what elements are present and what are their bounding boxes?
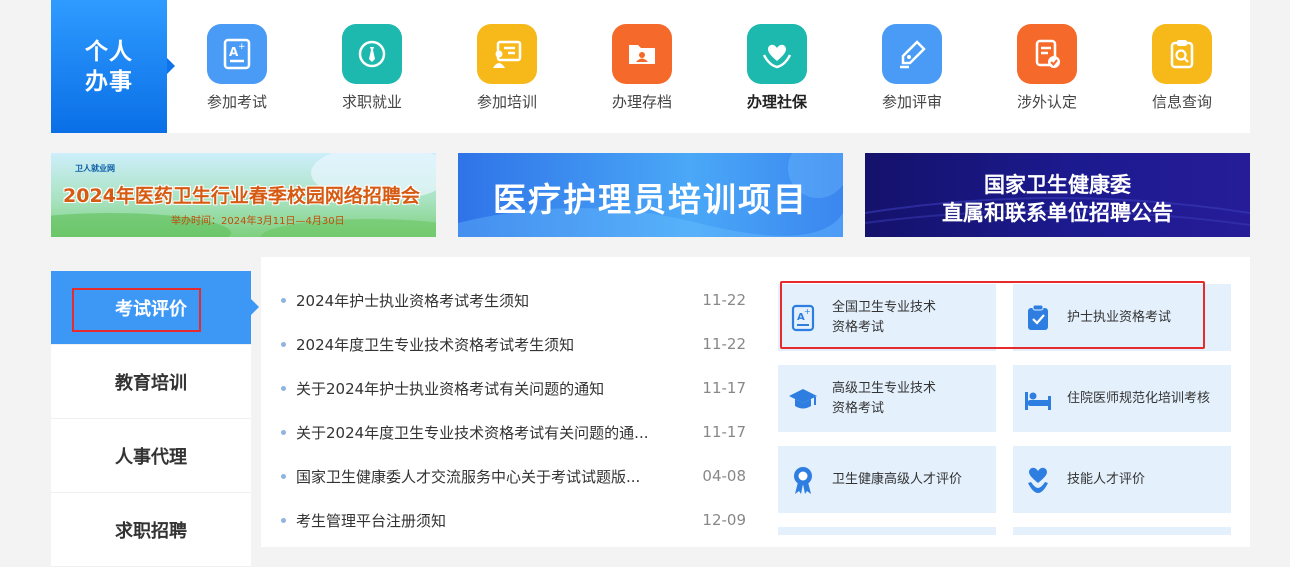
news-date: 11-17 <box>702 379 746 397</box>
service-archive[interactable]: 办理存档 <box>592 24 692 112</box>
tile-partial <box>1013 527 1231 535</box>
bullet-dot <box>281 517 286 523</box>
banner-recruitment-date: 举办时间：2024年3月11日—4月30日 <box>171 216 345 227</box>
clipboard-search-icon <box>1152 24 1212 84</box>
award-ribbon-icon <box>788 465 818 495</box>
spring-campus-recruitment-banner[interactable]: 卫人就业网 2024年医药卫生行业春季校园网络招聘会 举办时间：2024年3月1… <box>51 153 436 237</box>
bullet-dot <box>281 385 286 391</box>
highlight-box-nav <box>72 288 201 332</box>
tile-label-line2: 资格考试 <box>832 400 885 416</box>
banner-nhc-line1: 国家卫生健康委 <box>984 173 1131 197</box>
news-date: 11-17 <box>702 423 746 441</box>
nav-education-training[interactable]: 教育培训 <box>51 345 251 419</box>
bullet-dot <box>281 473 286 479</box>
news-date: 04-08 <box>702 467 746 485</box>
banner-nhc-line2: 直属和联系单位招聘公告 <box>942 201 1173 225</box>
nav-personnel-agency[interactable]: 人事代理 <box>51 419 251 493</box>
service-social-security-label: 办理社保 <box>746 93 807 111</box>
news-item[interactable]: 国家卫生健康委人才交流服务中心关于考试试题版... 04-08 <box>281 454 746 498</box>
service-social-security[interactable]: 办理社保 <box>727 24 827 112</box>
news-date: 12-09 <box>702 511 746 529</box>
tile-skilled-talent-evaluation[interactable]: 技能人才评价 <box>1013 446 1231 513</box>
document-check-icon <box>1017 24 1077 84</box>
tile-label-line1: 住院医师规范化培训考核 <box>1067 390 1211 406</box>
svg-text:+: + <box>238 42 246 52</box>
personal-label-line1: 个人 <box>85 38 133 65</box>
service-employment[interactable]: 求职就业 <box>322 24 422 112</box>
service-employment-label: 求职就业 <box>341 93 402 111</box>
heart-hands-icon <box>747 24 807 84</box>
service-foreign-certification[interactable]: 涉外认定 <box>997 24 1097 112</box>
training-board-icon <box>477 24 537 84</box>
service-foreign-certification-label: 涉外认定 <box>1016 93 1077 111</box>
news-item[interactable]: 关于2024年度卫生专业技术资格考试有关问题的通... 11-17 <box>281 410 746 454</box>
news-item[interactable]: 2024年度卫生专业技术资格考试考生须知 11-22 <box>281 322 746 366</box>
bullet-dot <box>281 429 286 435</box>
bullet-dot <box>281 297 286 303</box>
nhc-recruitment-banner[interactable]: 国家卫生健康委 直属和联系单位招聘公告 <box>865 153 1250 237</box>
service-exam-label: 参加考试 <box>206 93 267 111</box>
news-title[interactable]: 2024年度卫生专业技术资格考试考生须知 <box>296 334 700 355</box>
tile-label-line1: 高级卫生专业技术 <box>832 380 937 396</box>
news-title[interactable]: 关于2024年度卫生专业技术资格考试有关问题的通... <box>296 422 700 443</box>
news-title[interactable]: 关于2024年护士执业资格考试有关问题的通知 <box>296 378 700 399</box>
service-archive-label: 办理存档 <box>611 93 672 111</box>
banner-nursing-title: 医疗护理员培训项目 <box>493 180 808 219</box>
news-title[interactable]: 国家卫生健康委人才交流服务中心关于考试试题版... <box>296 466 700 487</box>
banner-logo: 卫人就业网 <box>75 164 115 173</box>
service-info-query[interactable]: 信息查询 <box>1132 24 1232 112</box>
nursing-training-banner[interactable]: 医疗护理员培训项目 <box>458 153 843 237</box>
exam-icon: A + <box>207 24 267 84</box>
highlight-box-tiles <box>780 281 1205 349</box>
news-title[interactable]: 考生管理平台注册须知 <box>296 510 700 531</box>
banner-recruitment-title: 2024年医药卫生行业春季校园网络招聘会 <box>63 185 420 207</box>
pen-nib-icon <box>882 24 942 84</box>
service-review[interactable]: 参加评审 <box>862 24 962 112</box>
personal-services-bar: 个人 办事 A + 参加考试 求职就业 参加培训 办理存档 办理社保 参加评审 … <box>51 0 1250 133</box>
service-training-label: 参加培训 <box>476 93 537 111</box>
news-item[interactable]: 考生管理平台注册须知 12-09 <box>281 498 746 542</box>
personal-label-line2: 办事 <box>85 68 133 95</box>
heart-hand-icon <box>1023 465 1053 495</box>
bullet-dot <box>281 341 286 347</box>
news-item[interactable]: 2024年护士执业资格考试考生须知 11-22 <box>281 278 746 322</box>
service-info-query-label: 信息查询 <box>1151 93 1212 111</box>
hospital-bed-icon <box>1023 384 1053 414</box>
nav-job-recruitment[interactable]: 求职招聘 <box>51 493 251 567</box>
graduation-cap-icon <box>788 384 818 414</box>
tile-senior-talent-evaluation[interactable]: 卫生健康高级人才评价 <box>778 446 996 513</box>
service-exam[interactable]: A + 参加考试 <box>187 24 287 112</box>
tile-partial <box>778 527 996 535</box>
service-training[interactable]: 参加培训 <box>457 24 557 112</box>
tile-senior-health-tech-exam[interactable]: 高级卫生专业技术 资格考试 <box>778 365 996 432</box>
service-review-label: 参加评审 <box>881 93 942 111</box>
tile-resident-training-assessment[interactable]: 住院医师规范化培训考核 <box>1013 365 1231 432</box>
folder-user-icon <box>612 24 672 84</box>
tie-icon <box>342 24 402 84</box>
news-list: 2024年护士执业资格考试考生须知 11-22 2024年度卫生专业技术资格考试… <box>281 278 746 542</box>
news-item[interactable]: 关于2024年护士执业资格考试有关问题的通知 11-17 <box>281 366 746 410</box>
news-title[interactable]: 2024年护士执业资格考试考生须知 <box>296 290 700 311</box>
tile-label-line1: 卫生健康高级人才评价 <box>832 471 963 487</box>
news-date: 11-22 <box>702 291 746 309</box>
personal-affairs-label: 个人 办事 <box>51 0 175 133</box>
news-date: 11-22 <box>702 335 746 353</box>
tile-label-line1: 技能人才评价 <box>1067 471 1146 487</box>
